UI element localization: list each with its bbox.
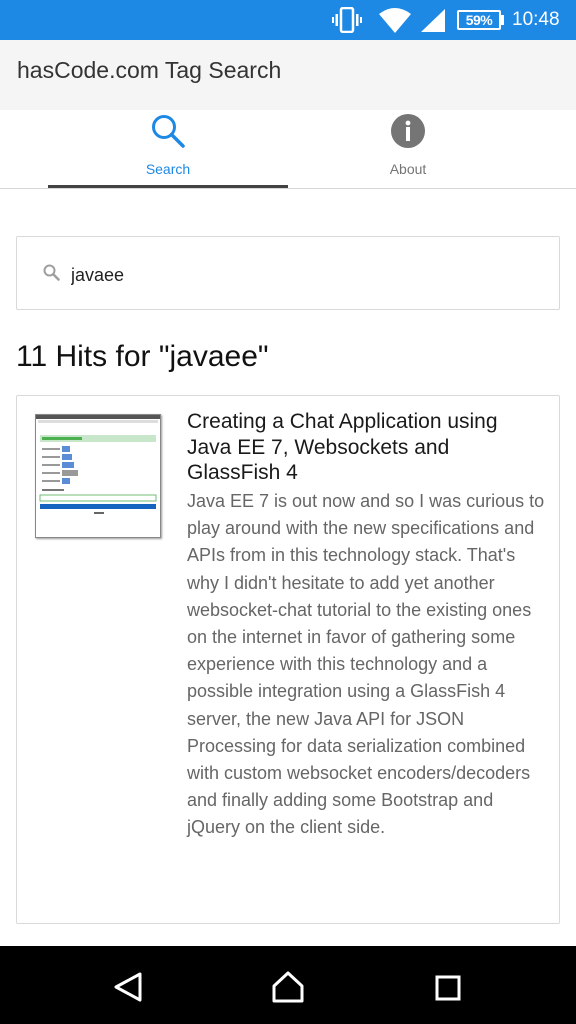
result-title[interactable]: Creating a Chat Application using Java E…	[187, 409, 547, 486]
signal-icon	[421, 9, 445, 32]
result-card[interactable]: Creating a Chat Application using Java E…	[16, 395, 560, 924]
battery-icon: 59%	[457, 10, 501, 30]
tab-search[interactable]: Search	[48, 110, 288, 188]
search-icon	[152, 115, 185, 148]
result-thumbnail	[35, 414, 161, 538]
tab-search-label: Search	[145, 161, 191, 177]
app-bar: hasCode.com Tag Search	[0, 40, 576, 110]
search-input[interactable]	[69, 259, 533, 291]
home-icon[interactable]	[271, 970, 305, 1004]
search-icon	[43, 264, 60, 281]
tab-bar: Search About	[0, 110, 576, 189]
active-tab-indicator	[48, 185, 288, 188]
navigation-bar	[0, 946, 576, 1024]
battery-nub	[501, 15, 504, 25]
app-title: hasCode.com Tag Search	[17, 57, 282, 83]
wifi-icon	[379, 8, 411, 33]
info-icon	[391, 114, 425, 148]
status-bar: 59% 10:48	[0, 0, 576, 40]
tab-about-label: About	[389, 161, 427, 177]
vibrate-icon	[332, 7, 362, 33]
recents-icon[interactable]	[435, 975, 461, 1001]
clock: 10:48	[512, 9, 560, 30]
back-icon[interactable]	[113, 971, 143, 1003]
tab-about[interactable]: About	[288, 110, 528, 188]
result-description: Java EE 7 is out now and so I was curiou…	[187, 491, 545, 838]
search-box[interactable]	[16, 236, 560, 310]
results-heading: 11 Hits for "javaee"	[16, 340, 269, 373]
